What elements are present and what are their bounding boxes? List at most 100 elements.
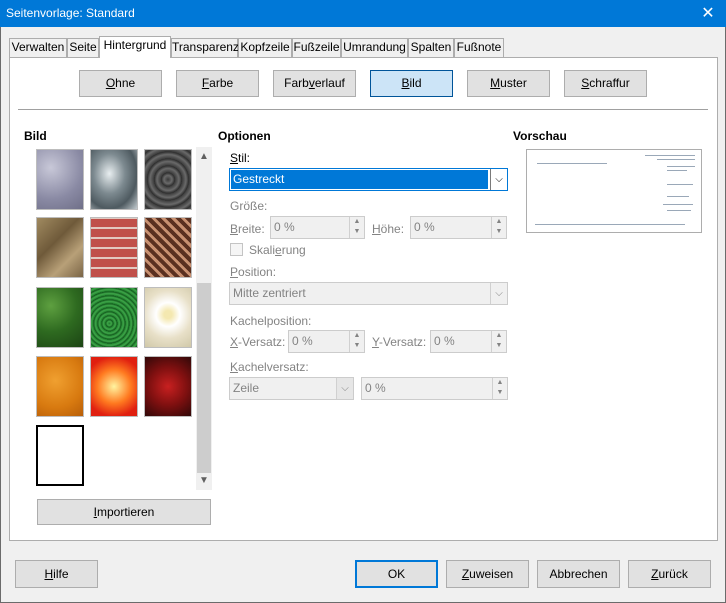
scroll-up-icon[interactable]: ▲	[196, 148, 212, 165]
thumbnail-stones[interactable]	[36, 217, 84, 278]
position-dropdown[interactable]: Mitte zentriert ⌵	[229, 282, 508, 305]
tab-spalten[interactable]: Spalten	[408, 38, 454, 57]
y-offset-spin-buttons[interactable]: ▲ ▼	[491, 331, 506, 352]
thumbnail-weave[interactable]	[144, 217, 192, 278]
label-part: rung	[281, 243, 306, 257]
tab-fussnote[interactable]: Fußnote	[454, 38, 504, 57]
mnemonic: M	[490, 76, 501, 90]
tab-label: Fußnote	[456, 40, 502, 54]
thumbnail-metal[interactable]	[90, 149, 138, 210]
mnemonic: K	[230, 360, 239, 374]
apply-button[interactable]: Zuweisen	[446, 560, 529, 588]
gallery-scrollbar[interactable]: ▲ ▼	[196, 147, 212, 490]
thumbnail-page[interactable]	[36, 425, 84, 486]
x-offset-spin-buttons[interactable]: ▲ ▼	[349, 331, 364, 352]
reset-button[interactable]: Zurück	[628, 560, 711, 588]
tab-fusszeile[interactable]: Fußzeile	[292, 38, 341, 57]
tab-transparenz[interactable]: Transparenz	[171, 38, 239, 57]
label-part: urück	[658, 567, 688, 581]
preview-line	[657, 159, 695, 160]
thumbnail-orange[interactable]	[36, 356, 84, 417]
chevron-down-icon[interactable]: ⌵	[336, 378, 353, 399]
x-offset-value: 0 %	[292, 334, 313, 348]
width-value: 0 %	[274, 220, 295, 234]
height-value: 0 %	[414, 220, 435, 234]
image-button[interactable]: Bild	[370, 70, 453, 97]
height-spin-buttons[interactable]: ▲ ▼	[491, 217, 506, 238]
tile-offset-spin-buttons[interactable]: ▲ ▼	[492, 378, 507, 399]
none-button[interactable]: Ohne	[79, 70, 162, 97]
tab-kopfzeile[interactable]: Kopfzeile	[238, 38, 292, 57]
scale-checkbox[interactable]	[230, 243, 243, 256]
size-label: Größe:	[230, 199, 268, 213]
tab-label: Hintergrund	[103, 38, 167, 52]
thumbnail-pebbles[interactable]	[144, 149, 192, 210]
label-part: chraffur	[589, 76, 630, 90]
label-part: erlauf	[314, 76, 345, 90]
hatch-button[interactable]: Schraffur	[564, 70, 647, 97]
mnemonic: H	[44, 567, 54, 581]
label-part: ild	[409, 76, 422, 90]
thumbnail-aqua[interactable]	[36, 149, 84, 210]
mnemonic: Y	[372, 335, 379, 349]
preview-line	[537, 163, 607, 164]
chevron-down-icon[interactable]: ⌵	[490, 283, 507, 304]
tab-verwalten[interactable]: Verwalten	[9, 38, 67, 57]
width-label: Breite:	[230, 222, 265, 236]
tab-seite[interactable]: Seite	[67, 38, 99, 57]
close-icon[interactable]: ✕	[690, 0, 726, 27]
preview-heading: Vorschau	[513, 129, 567, 143]
y-offset-spinbox[interactable]: 0 % ▲ ▼	[430, 330, 507, 353]
thumbnail-daisies[interactable]	[144, 287, 192, 348]
spin-up-icon[interactable]: ▲	[492, 217, 506, 227]
color-button[interactable]: Farbe	[176, 70, 259, 97]
spin-up-icon[interactable]: ▲	[350, 331, 364, 341]
ok-button[interactable]: OK	[355, 560, 438, 588]
spin-up-icon[interactable]: ▲	[492, 331, 506, 341]
gradient-button[interactable]: Farbverlauf	[273, 70, 356, 97]
spin-down-icon[interactable]: ▼	[492, 341, 506, 351]
position-label: Position:	[230, 265, 276, 279]
tile-offset-spinbox[interactable]: 0 % ▲ ▼	[361, 377, 508, 400]
preview-line	[535, 224, 685, 225]
image-heading: Bild	[24, 129, 47, 143]
tab-hintergrund[interactable]: Hintergrund	[99, 36, 171, 58]
mnemonic: S	[230, 151, 239, 165]
spin-down-icon[interactable]: ▼	[350, 341, 364, 351]
label-part: achelversatz:	[238, 360, 309, 374]
spin-down-icon[interactable]: ▼	[493, 388, 507, 398]
thumbnail-fire[interactable]	[90, 356, 138, 417]
import-button[interactable]: Importieren	[37, 499, 211, 525]
thumbnail-grass[interactable]	[90, 287, 138, 348]
scroll-down-icon[interactable]: ▼	[196, 472, 212, 489]
thumbnail-bricks[interactable]	[90, 217, 138, 278]
chevron-down-icon[interactable]: ⌵	[490, 169, 507, 190]
scroll-thumb[interactable]	[197, 283, 211, 473]
y-offset-value: 0 %	[434, 334, 455, 348]
preview-line	[663, 204, 693, 205]
x-offset-spinbox[interactable]: 0 % ▲ ▼	[288, 330, 365, 353]
height-spinbox[interactable]: 0 % ▲ ▼	[410, 216, 507, 239]
spin-up-icon[interactable]: ▲	[350, 217, 364, 227]
thumbnail-ivy[interactable]	[36, 287, 84, 348]
mnemonic: Z	[651, 567, 659, 581]
tile-offset-mode-dropdown[interactable]: Zeile ⌵	[229, 377, 354, 400]
spin-down-icon[interactable]: ▼	[492, 227, 506, 237]
spin-down-icon[interactable]: ▼	[350, 227, 364, 237]
mnemonic: H	[372, 222, 381, 236]
mnemonic: e	[275, 243, 282, 257]
width-spinbox[interactable]: 0 % ▲ ▼	[270, 216, 365, 239]
tab-label: Umrandung	[343, 40, 406, 54]
scale-label: Skalierung	[249, 243, 306, 257]
spin-up-icon[interactable]: ▲	[493, 378, 507, 388]
style-dropdown[interactable]: Gestreckt ⌵	[229, 168, 508, 191]
height-label: Höhe:	[372, 222, 404, 236]
pattern-button[interactable]: Muster	[467, 70, 550, 97]
label-part: -Versatz:	[378, 335, 427, 349]
width-spin-buttons[interactable]: ▲ ▼	[349, 217, 364, 238]
tab-umrandung[interactable]: Umrandung	[341, 38, 408, 57]
cancel-button[interactable]: Abbrechen	[537, 560, 620, 588]
position-value: Mitte zentriert	[233, 286, 306, 300]
thumbnail-roses[interactable]	[144, 356, 192, 417]
help-button[interactable]: Hilfe	[15, 560, 98, 588]
